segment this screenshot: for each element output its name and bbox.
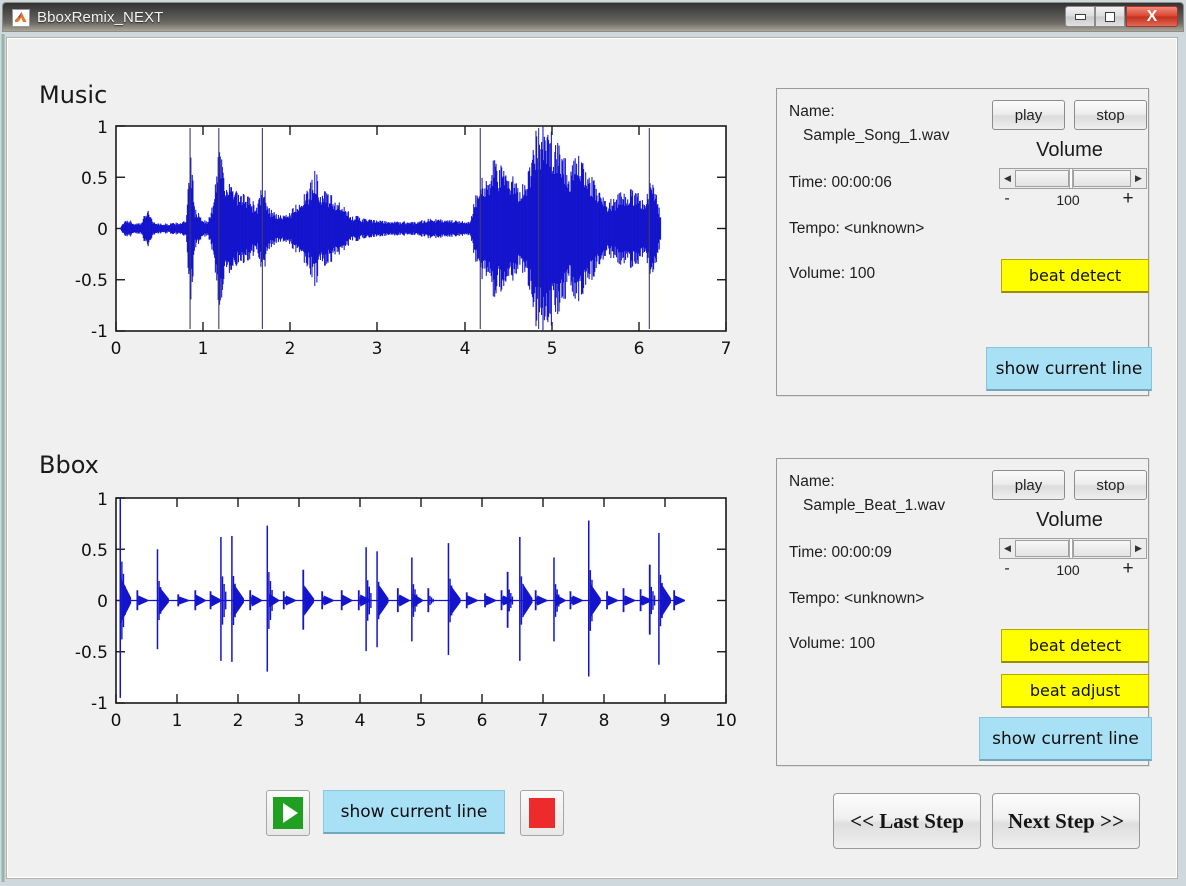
title-bar: BboxRemix_NEXT X xyxy=(2,2,1184,32)
global-stop-button[interactable] xyxy=(520,790,564,836)
bbox-volume-segment-left xyxy=(1015,540,1069,557)
music-volume-label: Volume: 100 xyxy=(789,265,875,283)
svg-text:9: 9 xyxy=(660,711,671,731)
music-file-name: Sample_Song_1.wav xyxy=(803,127,950,145)
svg-text:0: 0 xyxy=(111,339,122,359)
music-play-button[interactable]: play xyxy=(992,100,1065,130)
svg-text:4: 4 xyxy=(355,711,366,731)
bbox-volume-label: Volume: 100 xyxy=(789,635,875,653)
svg-text:6: 6 xyxy=(477,711,488,731)
application-window: BboxRemix_NEXT X Music 1 0.5 0 xyxy=(0,0,1186,886)
title-bar-gloss xyxy=(3,3,1183,31)
bbox-stop-button[interactable]: stop xyxy=(1074,470,1147,500)
svg-text:6: 6 xyxy=(634,339,645,359)
music-waveform-plot: 1 0.5 0 -0.5 -1 xyxy=(36,116,736,361)
bbox-volume-thumb[interactable] xyxy=(1069,539,1073,558)
bbox-volume-value: 100 xyxy=(1033,562,1103,578)
music-time-label: Time: 00:00:06 xyxy=(789,174,892,192)
svg-text:10: 10 xyxy=(715,711,736,731)
bbox-waveform-svg: 1 0.5 0 -0.5 -1 0 1 2 3 4 5 6 7 8 9 10 xyxy=(36,488,736,733)
svg-text:4: 4 xyxy=(460,339,471,359)
bbox-show-current-line-button[interactable]: show current line xyxy=(979,717,1152,761)
svg-text:1: 1 xyxy=(198,339,209,359)
bbox-volume-left-arrow[interactable]: ◀ xyxy=(1000,539,1015,558)
svg-text:1: 1 xyxy=(97,490,108,510)
music-volume-left-arrow[interactable]: ◀ xyxy=(1000,169,1015,188)
global-play-button[interactable] xyxy=(266,790,310,836)
window-left-edge xyxy=(0,34,5,882)
svg-text:8: 8 xyxy=(599,711,610,731)
maximize-icon xyxy=(1105,12,1115,22)
matlab-icon xyxy=(12,9,30,27)
next-step-button[interactable]: Next Step >> xyxy=(992,793,1140,849)
svg-text:-0.5: -0.5 xyxy=(75,643,108,663)
bbox-play-button[interactable]: play xyxy=(992,470,1065,500)
music-volume-segment-left xyxy=(1015,170,1069,187)
music-beat-detect-button[interactable]: beat detect xyxy=(1001,259,1149,293)
play-icon xyxy=(273,797,303,829)
client-area: Music 1 0.5 0 -0.5 -1 xyxy=(6,37,1178,879)
svg-text:7: 7 xyxy=(538,711,549,731)
svg-text:1: 1 xyxy=(172,711,183,731)
bbox-section-title: Bbox xyxy=(39,451,99,479)
maximize-button[interactable] xyxy=(1095,6,1125,27)
svg-text:1: 1 xyxy=(97,118,108,138)
bbox-volume-segment-right xyxy=(1073,540,1131,557)
bbox-file-name: Sample_Beat_1.wav xyxy=(803,497,945,515)
bbox-volume-title: Volume xyxy=(992,509,1147,532)
music-show-current-line-button[interactable]: show current line xyxy=(986,347,1152,391)
bbox-tempo-label: Tempo: <unknown> xyxy=(789,590,924,608)
music-waveform-svg: 1 0.5 0 -0.5 -1 xyxy=(36,116,736,361)
svg-text:0: 0 xyxy=(97,220,108,240)
music-volume-right-arrow[interactable]: ▶ xyxy=(1131,169,1146,188)
svg-text:2: 2 xyxy=(233,711,244,731)
svg-text:5: 5 xyxy=(547,339,558,359)
bbox-volume-right-arrow[interactable]: ▶ xyxy=(1131,539,1146,558)
window-title: BboxRemix_NEXT xyxy=(37,9,163,26)
music-name-label: Name: xyxy=(789,103,835,121)
svg-text:5: 5 xyxy=(416,711,427,731)
svg-text:0.5: 0.5 xyxy=(81,169,108,189)
svg-text:-1: -1 xyxy=(91,694,108,714)
music-volume-minus[interactable]: - xyxy=(999,190,1015,208)
global-show-current-line-button[interactable]: show current line xyxy=(323,790,505,834)
svg-text:-0.5: -0.5 xyxy=(75,271,108,291)
stop-icon xyxy=(529,798,555,828)
svg-text:7: 7 xyxy=(721,339,732,359)
close-button[interactable]: X xyxy=(1126,6,1178,27)
bbox-waveform-plot: 1 0.5 0 -0.5 -1 0 1 2 3 4 5 6 7 8 9 10 xyxy=(36,488,736,733)
music-volume-title: Volume xyxy=(992,139,1147,162)
minimize-icon xyxy=(1075,14,1086,20)
play-triangle-icon xyxy=(283,803,298,823)
close-icon: X xyxy=(1147,9,1158,25)
bbox-volume-track[interactable] xyxy=(1015,539,1131,558)
last-step-button[interactable]: << Last Step xyxy=(833,793,981,849)
bbox-volume-plus[interactable]: + xyxy=(1119,558,1137,580)
music-volume-slider[interactable]: ◀ ▶ xyxy=(999,168,1147,189)
bbox-volume-minus[interactable]: - xyxy=(999,560,1015,578)
bbox-beat-detect-button[interactable]: beat detect xyxy=(1001,629,1149,663)
svg-text:0: 0 xyxy=(111,711,122,731)
svg-text:3: 3 xyxy=(294,711,305,731)
music-volume-thumb[interactable] xyxy=(1069,169,1073,188)
music-section-title: Music xyxy=(39,81,107,109)
bbox-time-label: Time: 00:00:09 xyxy=(789,544,892,562)
music-volume-value: 100 xyxy=(1033,192,1103,208)
svg-text:0.5: 0.5 xyxy=(81,541,108,561)
svg-text:0: 0 xyxy=(97,592,108,612)
bbox-beat-adjust-button[interactable]: beat adjust xyxy=(1001,674,1149,708)
music-tempo-label: Tempo: <unknown> xyxy=(789,220,924,238)
bbox-volume-slider[interactable]: ◀ ▶ xyxy=(999,538,1147,559)
music-volume-segment-right xyxy=(1073,170,1131,187)
music-stop-button[interactable]: stop xyxy=(1074,100,1147,130)
svg-text:3: 3 xyxy=(372,339,383,359)
music-volume-track[interactable] xyxy=(1015,169,1131,188)
minimize-button[interactable] xyxy=(1065,6,1095,27)
svg-text:-1: -1 xyxy=(91,322,108,342)
bbox-name-label: Name: xyxy=(789,473,835,491)
music-volume-plus[interactable]: + xyxy=(1119,188,1137,210)
svg-text:2: 2 xyxy=(285,339,296,359)
